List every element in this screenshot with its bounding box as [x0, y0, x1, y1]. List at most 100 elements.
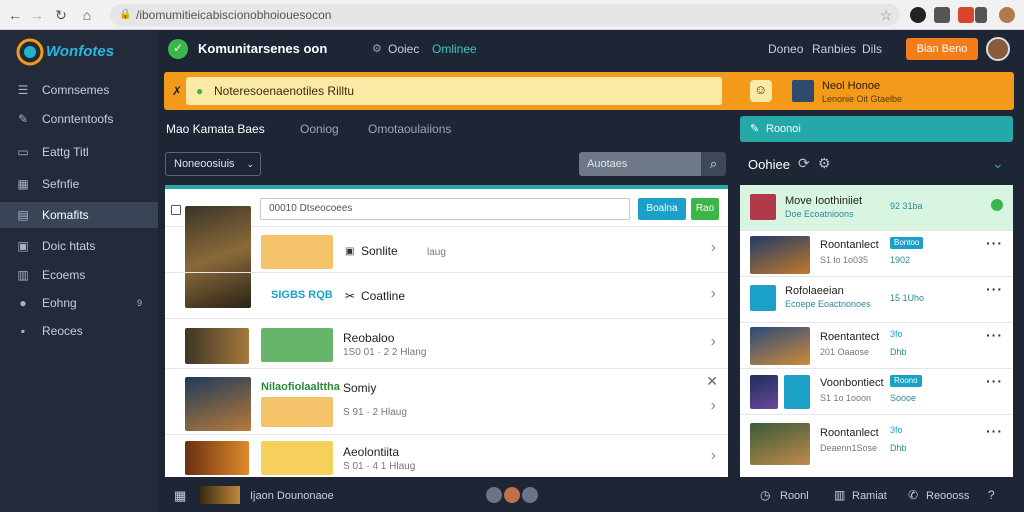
nav-link-doneo[interactable]: Doneo	[768, 42, 803, 56]
footer-link-reoooss[interactable]: Reoooss	[926, 490, 969, 502]
avatar[interactable]	[504, 487, 520, 503]
top-bar: ✓ Komunitarsenes oon ⚙ Ooiec Omlinee Don…	[158, 30, 1024, 68]
list-item[interactable]: Rofolaeeian Ecoepe Eoactnonoes 15 1Uho ·…	[740, 277, 1013, 323]
item-banner	[261, 441, 333, 475]
item-banner	[261, 328, 333, 362]
help-icon[interactable]: ?	[988, 488, 995, 502]
close-icon[interactable]: ✕	[706, 373, 718, 390]
blue-action-button[interactable]: Boalna	[638, 198, 686, 220]
list-item[interactable]: Voonbontiect S1 1o 1ooon Roono Soooe ···	[740, 369, 1013, 415]
check-circle-icon: ✓	[168, 39, 188, 59]
list-item[interactable]: ▣ Sonlite laug ›	[165, 227, 728, 273]
right-panel-title: Oohiee	[748, 157, 790, 172]
right-header-button[interactable]: ✎ Roonoi	[740, 116, 1013, 142]
arrow-right-icon[interactable]: →	[28, 6, 46, 24]
nav-link-ranbies[interactable]: Ranbies	[812, 42, 856, 56]
item-sub: Ecoepe Eoactnonoes	[785, 299, 871, 309]
sidebar-item-reoces[interactable]: ▪ Reoces	[0, 318, 158, 344]
tab-omlinee[interactable]: Omlinee	[432, 42, 477, 56]
chevron-right-icon[interactable]: ›	[711, 285, 716, 303]
search-input[interactable]: Auotaes	[579, 152, 701, 176]
item-meta: Dhb	[890, 443, 907, 453]
star-icon[interactable]: ☆	[877, 6, 895, 24]
green-action-button[interactable]: Rao	[691, 198, 719, 220]
chevron-right-icon[interactable]: ›	[711, 397, 716, 415]
emoji-icon[interactable]: ☺	[750, 80, 772, 102]
item-sub: S 91 · 2 Hlaug	[343, 407, 407, 418]
list-item[interactable]: Move Ioothiniiet Doe Ecoatnioons 92 31ba	[740, 185, 1013, 231]
footer-link-roonl[interactable]: Roonl	[780, 490, 809, 502]
sidebar-item-komafits[interactable]: ▤ Komafits	[0, 202, 158, 228]
extension-icon[interactable]	[910, 7, 926, 23]
more-options-icon[interactable]: ···	[986, 235, 1003, 251]
sidebar-item-sefnfie[interactable]: ▦ Sefnfie	[0, 171, 158, 197]
filter-dropdown[interactable]: Noneoosiuis ⌄	[165, 152, 261, 176]
grid-icon: ▦	[17, 177, 29, 191]
tab-ooiec[interactable]: Ooiec	[388, 42, 419, 56]
item-title: Voonbontiect	[820, 377, 884, 389]
avatar[interactable]	[486, 487, 502, 503]
calendar-icon[interactable]: ▦	[174, 488, 186, 504]
sidebar-item-conntentoofs[interactable]: ✎ Conntentoofs	[0, 106, 158, 132]
tab-ooniog[interactable]: Ooniog	[300, 122, 339, 136]
sidebar-item-comnsemes[interactable]: ☰ Comnsemes	[0, 77, 158, 103]
item-thumbnail	[750, 194, 776, 220]
avatar[interactable]	[999, 7, 1015, 23]
user-thumbnail	[792, 80, 814, 102]
title-input[interactable]: 00010 Dtseocoees	[260, 198, 630, 220]
sidebar-item-ecoems[interactable]: ▥ Ecoems	[0, 262, 158, 288]
puzzle-icon[interactable]	[934, 7, 950, 23]
item-thumbnail	[185, 441, 249, 475]
folder-icon: ▤	[17, 208, 29, 222]
more-options-icon[interactable]: ···	[986, 423, 1003, 439]
gear-icon[interactable]: ⚙	[372, 42, 382, 55]
sidebar-item-doic-htats[interactable]: ▣ Doic htats	[0, 233, 158, 259]
more-options-icon[interactable]: ···	[986, 281, 1003, 297]
more-options-icon[interactable]: ···	[986, 373, 1003, 389]
chevron-down-icon[interactable]: ⌄	[992, 155, 1004, 172]
list-item[interactable]: Nilaofiolaalttha Somiy S 91 · 2 Hlaug ✕ …	[165, 369, 728, 435]
home-icon[interactable]: ⌂	[78, 6, 96, 24]
avatar[interactable]	[522, 487, 538, 503]
item-banner	[261, 397, 333, 427]
profile-menu-icon[interactable]	[975, 7, 987, 23]
item-sub: 1S0 01 · 2 2 Hlang	[343, 347, 427, 358]
sidebar-item-eattg[interactable]: ▭ Eattg Titl	[0, 139, 158, 165]
chevron-right-icon[interactable]: ›	[711, 333, 716, 351]
app-logo[interactable]: Wonfotes	[16, 37, 120, 67]
list-item[interactable]: SIGBS RQB ✂ Coatline ›	[165, 273, 728, 319]
list-item[interactable]: Roontanlect Deaenn1Sose 3fo Dhb ···	[740, 415, 1013, 477]
item-thumbnail	[185, 377, 251, 431]
extension-red-icon[interactable]	[958, 7, 974, 23]
footer-link-ramiat[interactable]: Ramiat	[852, 490, 887, 502]
chevron-right-icon[interactable]: ›	[711, 447, 716, 465]
list-item[interactable]: Roentantect 201 Oaaose 3fo Dhb ···	[740, 323, 1013, 369]
primary-action-button[interactable]: Bian Beno	[906, 38, 978, 60]
right-list-panel: Move Ioothiniiet Doe Ecoatnioons 92 31ba…	[740, 185, 1013, 477]
item-meta: 92 31ba	[890, 201, 923, 211]
item-title: Reobaloo	[343, 331, 395, 345]
megaphone-icon[interactable]: ✗	[172, 84, 182, 98]
more-options-icon[interactable]: ···	[986, 327, 1003, 343]
settings-icon[interactable]: ⚙	[818, 155, 831, 172]
tab-omotaoulaiions[interactable]: Omotaoulaiions	[368, 122, 451, 136]
list-item[interactable]: Roontanlect S1 lo 1o035 Bontoo 1902 ···	[740, 231, 1013, 277]
refresh-icon[interactable]: ⟳	[798, 155, 810, 172]
clock-icon[interactable]: ◷	[760, 488, 770, 502]
reload-icon[interactable]: ↻	[52, 6, 70, 24]
nav-link-dils[interactable]: Dils	[862, 42, 882, 56]
arrow-left-icon[interactable]: ←	[6, 6, 24, 24]
edit-icon: ▭	[17, 145, 29, 159]
item-meta: Soooe	[890, 393, 917, 403]
avatar[interactable]	[986, 37, 1010, 61]
address-bar[interactable]: 🔒 /ibomumitieicabiscionobhoiouesocon	[110, 4, 900, 26]
select-all-checkbox[interactable]	[171, 205, 181, 215]
app-title: Komunitarsenes oon	[198, 41, 328, 56]
list-item[interactable]: Aeolontiita S 01 · 4 1 Hlaug ›	[165, 435, 728, 481]
search-icon[interactable]: ⌕	[701, 152, 726, 176]
chart-icon[interactable]: ▥	[834, 488, 845, 502]
chat-icon[interactable]: ✆	[908, 488, 918, 502]
chevron-right-icon[interactable]: ›	[711, 239, 716, 257]
list-item[interactable]: Reobaloo 1S0 01 · 2 2 Hlang ›	[165, 319, 728, 369]
sidebar-item-eohng[interactable]: ● Eohng 9	[0, 290, 158, 316]
